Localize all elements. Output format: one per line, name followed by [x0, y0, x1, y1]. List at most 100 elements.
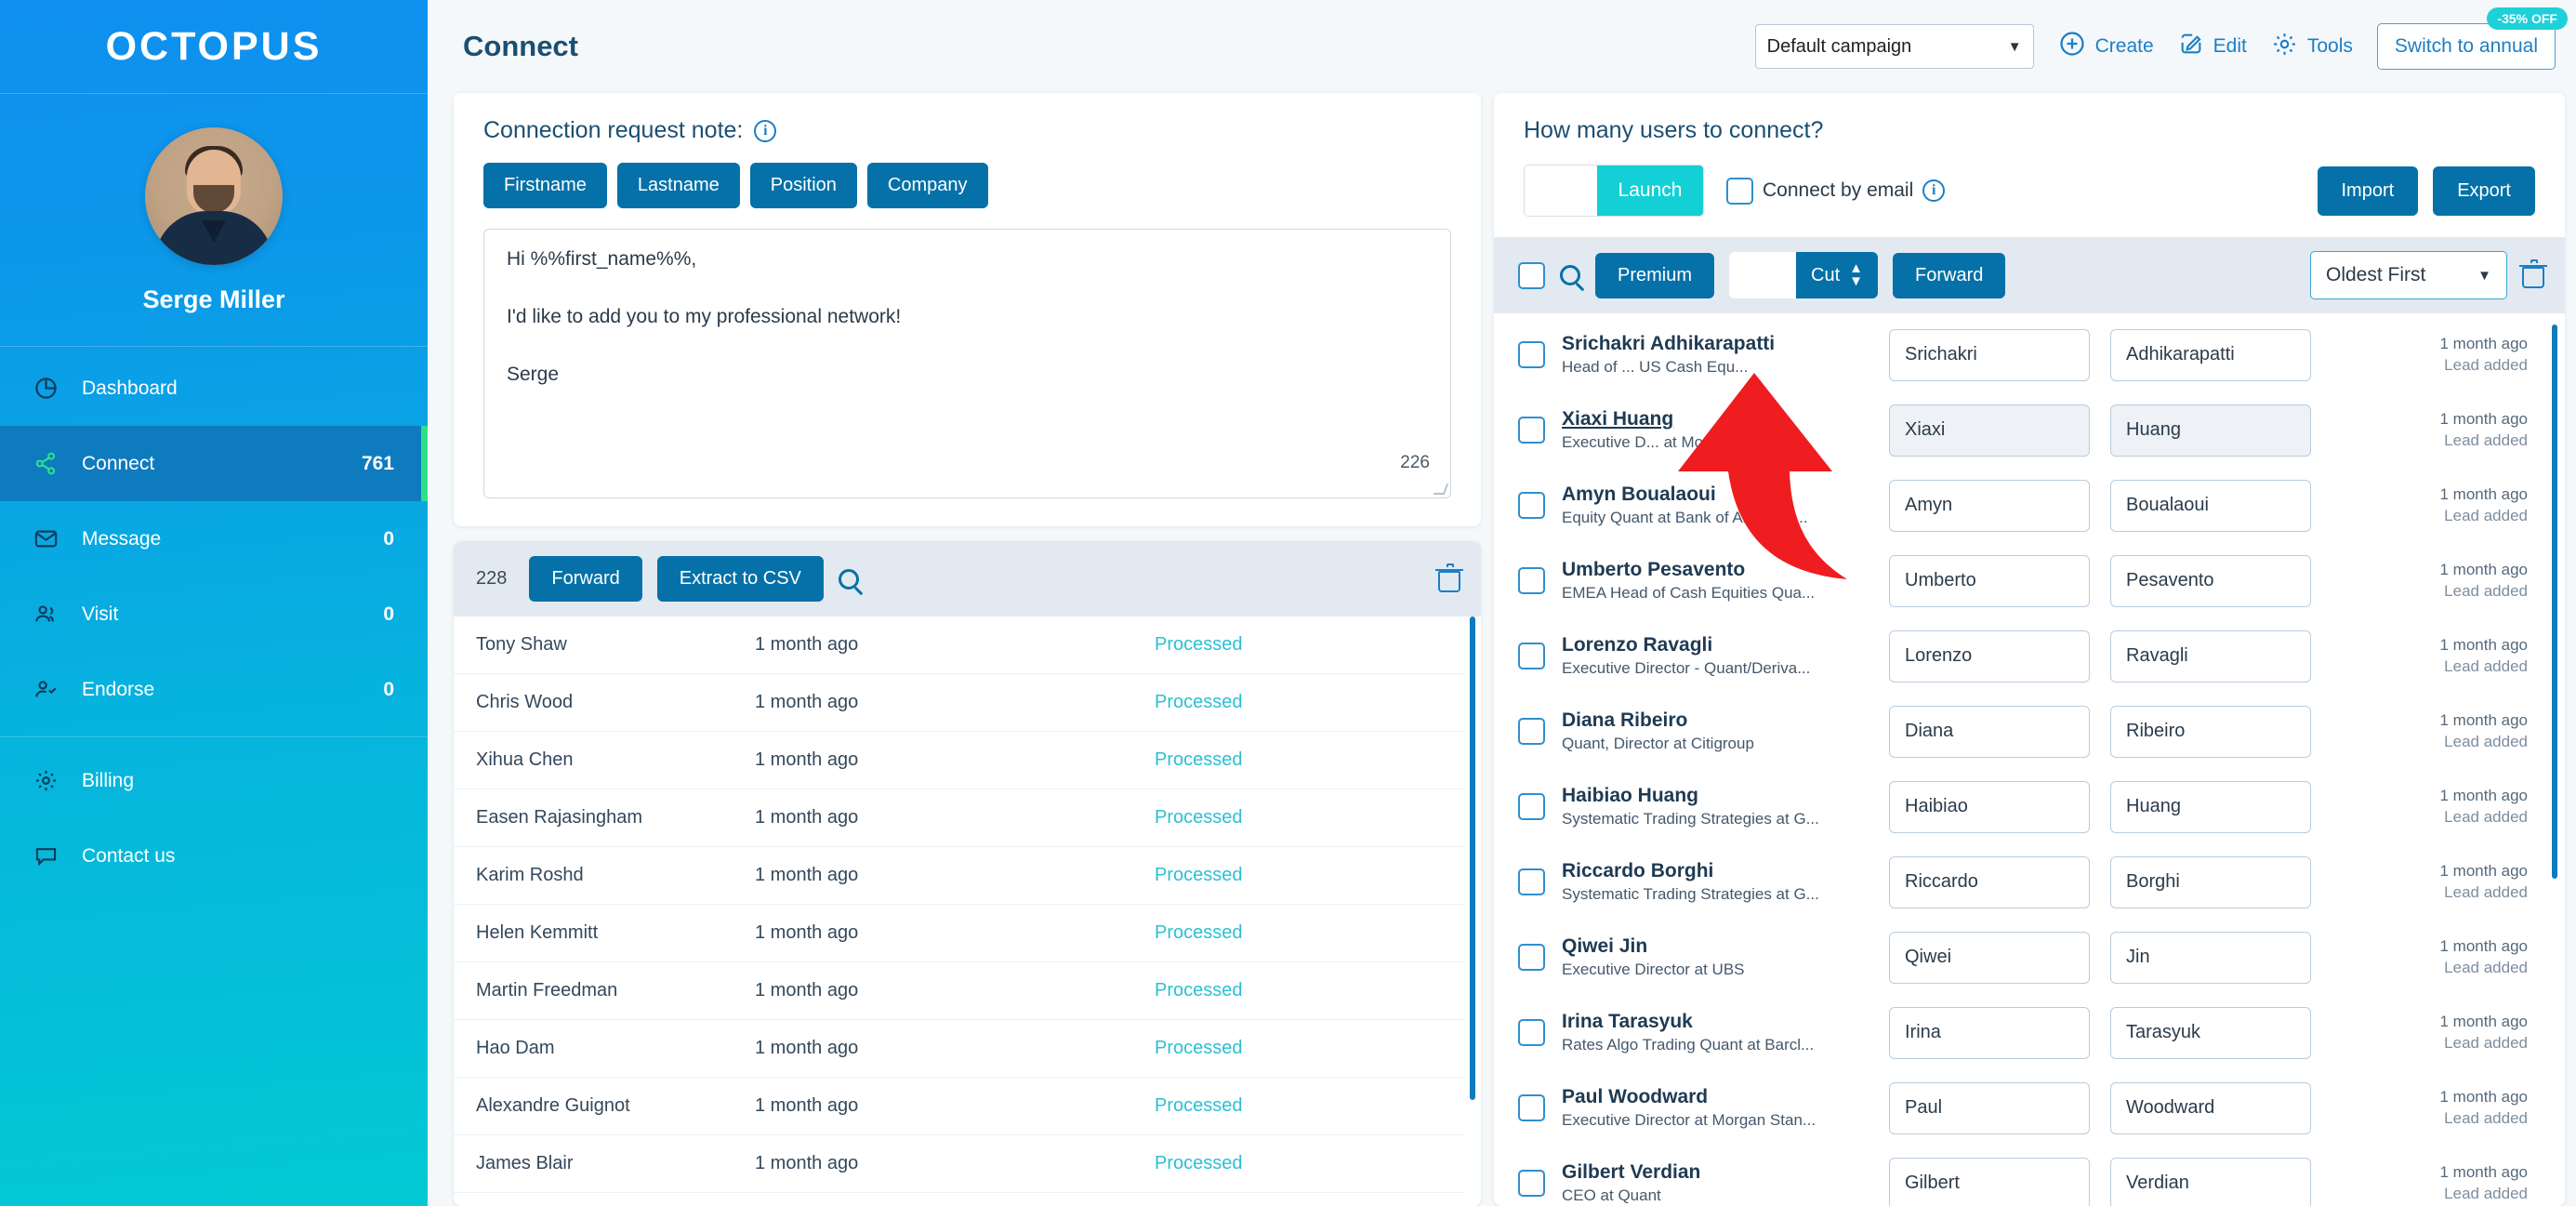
user-firstname-field[interactable]: Amyn [1889, 479, 2090, 532]
user-row-checkbox[interactable] [1518, 793, 1545, 820]
user-lastname-field[interactable]: Huang [2110, 780, 2311, 833]
sidebar-item-endorse[interactable]: Endorse 0 [0, 652, 428, 727]
sidebar-item-dashboard[interactable]: Dashboard [0, 351, 428, 426]
user-firstname-field[interactable]: Riccardo [1889, 855, 2090, 908]
user-firstname-field[interactable]: Diana [1889, 705, 2090, 758]
user-row-name[interactable]: Xiaxi Huang [1562, 408, 1880, 431]
user-firstname-field[interactable]: Xiaxi [1889, 404, 2090, 457]
user-firstname-field[interactable]: Haibiao [1889, 780, 2090, 833]
user-lastname-field[interactable]: Ravagli [2110, 630, 2311, 683]
processed-row[interactable]: James Blair 1 month ago Processed [454, 1135, 1464, 1193]
user-lastname-field[interactable]: Jin [2110, 931, 2311, 984]
user-firstname-field[interactable]: Paul [1889, 1081, 2090, 1134]
user-row-name[interactable]: Riccardo Borghi [1562, 860, 1880, 882]
processed-row[interactable]: Helen Kemmitt 1 month ago Processed [454, 905, 1464, 962]
users-count-input[interactable] [1525, 166, 1597, 216]
user-row[interactable]: Gilbert Verdian CEO at Quant Gilbert Verdia… [1494, 1146, 2543, 1206]
processed-row[interactable]: Tony Shaw 1 month ago Processed [454, 616, 1464, 674]
info-icon[interactable]: i [754, 119, 777, 142]
tag-firstname-button[interactable]: Firstname [483, 163, 607, 208]
user-row-name[interactable]: Haibiao Huang [1562, 785, 1880, 807]
tools-button[interactable]: Tools [2271, 31, 2353, 63]
user-row[interactable]: Lorenzo Ravagli Executive Director - Quan… [1494, 618, 2543, 694]
user-row-checkbox[interactable] [1518, 718, 1545, 745]
sidebar-item-visit[interactable]: Visit 0 [0, 576, 428, 652]
processed-row[interactable]: Karim Roshd 1 month ago Processed [454, 847, 1464, 905]
campaign-select[interactable]: Default campaign ▼ [1754, 24, 2034, 69]
user-row[interactable]: Paul Woodward Executive Director at Morga… [1494, 1070, 2543, 1146]
sort-order-select[interactable]: Oldest First ▼ [2310, 251, 2507, 299]
create-button[interactable]: Create [2058, 30, 2154, 63]
user-row[interactable]: Haibiao Huang Systematic Trading Strategi… [1494, 769, 2543, 844]
user-firstname-field[interactable]: Irina [1889, 1006, 2090, 1059]
user-row[interactable]: Umberto Pesavento EMEA Head of Cash Equit… [1494, 543, 2543, 618]
user-row-name[interactable]: Paul Woodward [1562, 1086, 1880, 1108]
processed-row[interactable]: Martin Freedman 1 month ago Processed [454, 962, 1464, 1020]
user-row[interactable]: Riccardo Borghi Systematic Trading Strate… [1494, 844, 2543, 920]
processed-row[interactable]: Alexandre Guignot 1 month ago Processed [454, 1078, 1464, 1135]
user-row-name[interactable]: Amyn Boualaoui [1562, 484, 1880, 506]
user-row-name[interactable]: Qiwei Jin [1562, 935, 1880, 958]
forward-button[interactable]: Forward [1893, 252, 2006, 298]
sidebar-item-contact-us[interactable]: Contact us [0, 818, 428, 894]
user-row-checkbox[interactable] [1518, 417, 1545, 444]
user-row-checkbox[interactable] [1518, 1094, 1545, 1121]
user-row-name[interactable]: Srichakri Adhikarapatti [1562, 333, 1880, 355]
note-textarea[interactable]: Hi %%first_name%%, I'd like to add you t… [483, 229, 1451, 498]
edit-button[interactable]: Edit [2178, 31, 2247, 62]
user-row-checkbox[interactable] [1518, 341, 1545, 368]
premium-button[interactable]: Premium [1595, 252, 1715, 298]
sidebar-item-message[interactable]: Message 0 [0, 501, 428, 576]
user-row-checkbox[interactable] [1518, 492, 1545, 519]
tag-lastname-button[interactable]: Lastname [616, 163, 740, 208]
user-row-name[interactable]: Irina Tarasyuk [1562, 1011, 1880, 1033]
search-icon[interactable] [1560, 265, 1580, 285]
user-row-name[interactable]: Diana Ribeiro [1562, 709, 1880, 732]
brand-logo[interactable]: OCTOPUS [0, 0, 428, 93]
user-firstname-field[interactable]: Umberto [1889, 554, 2090, 607]
export-button[interactable]: Export [2433, 166, 2535, 216]
user-lastname-field[interactable]: Ribeiro [2110, 705, 2311, 758]
user-lastname-field[interactable]: Adhikarapatti [2110, 328, 2311, 381]
user-row-checkbox[interactable] [1518, 1019, 1545, 1046]
delete-icon[interactable] [2519, 259, 2547, 288]
user-row[interactable]: Amyn Boualaoui Equity Quant at Bank of Am… [1494, 468, 2543, 543]
user-row-checkbox[interactable] [1518, 567, 1545, 594]
stepper-icon[interactable]: ▲ ▼ [1849, 261, 1863, 287]
import-button[interactable]: Import [2317, 166, 2419, 216]
user-firstname-field[interactable]: Lorenzo [1889, 630, 2090, 683]
user-lastname-field[interactable]: Pesavento [2110, 554, 2311, 607]
user-row[interactable]: Srichakri Adhikarapatti Head of ... US Ca… [1494, 317, 2543, 392]
processed-row[interactable]: Hao Dam 1 month ago Processed [454, 1020, 1464, 1078]
user-lastname-field[interactable]: Borghi [2110, 855, 2311, 908]
launch-button[interactable]: Launch [1597, 166, 1703, 216]
tag-company-button[interactable]: Company [866, 163, 988, 208]
user-row[interactable]: Qiwei Jin Executive Director at UBS Qiwei J… [1494, 920, 2543, 995]
connect-by-email-row[interactable]: Connect by email i [1726, 177, 1946, 205]
user-row-name[interactable]: Umberto Pesavento [1562, 559, 1880, 581]
processed-forward-button[interactable]: Forward [529, 556, 642, 602]
resize-handle[interactable] [1433, 484, 1449, 495]
info-icon[interactable]: i [1922, 179, 1946, 202]
user-list-scrollbar[interactable] [2552, 325, 2557, 879]
processed-row[interactable]: Easen Rajasingham 1 month ago Processed [454, 789, 1464, 847]
switch-to-annual-button[interactable]: Switch to annual -35% OFF [2376, 7, 2568, 70]
user-row-checkbox[interactable] [1518, 944, 1545, 971]
user-row[interactable]: Diana Ribeiro Quant, Director at Citigrou… [1494, 694, 2543, 769]
sidebar-item-connect[interactable]: Connect 761 [0, 426, 428, 501]
user-row-checkbox[interactable] [1518, 643, 1545, 669]
user-row-checkbox[interactable] [1518, 868, 1545, 895]
cut-amount-input[interactable] [1729, 252, 1797, 298]
processed-row[interactable]: Xihua Chen 1 month ago Processed [454, 732, 1464, 789]
processed-row[interactable]: Chris Wood 1 month ago Processed [454, 674, 1464, 732]
user-lastname-field[interactable]: Huang [2110, 404, 2311, 457]
user-lastname-field[interactable]: Verdian [2110, 1157, 2311, 1206]
user-row-name[interactable]: Gilbert Verdian [1562, 1161, 1880, 1184]
select-all-checkbox[interactable] [1518, 261, 1545, 289]
user-firstname-field[interactable]: Qiwei [1889, 931, 2090, 984]
user-firstname-field[interactable]: Srichakri [1889, 328, 2090, 381]
extract-to-csv-button[interactable]: Extract to CSV [656, 556, 824, 602]
user-lastname-field[interactable]: Boualaoui [2110, 479, 2311, 532]
user-row-name[interactable]: Lorenzo Ravagli [1562, 634, 1880, 656]
connect-by-email-checkbox[interactable] [1726, 177, 1753, 205]
